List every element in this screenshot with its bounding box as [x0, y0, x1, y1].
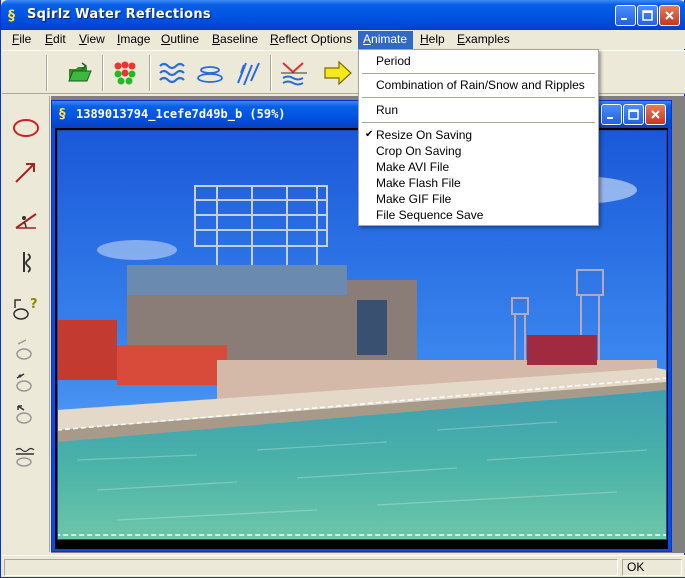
menu-bar: File Edit View Image Outline Baseline Re…: [2, 30, 685, 49]
outline-points-icon: [16, 373, 32, 392]
ellipse-icon: [13, 119, 39, 137]
outline-tool-3[interactable]: [10, 398, 42, 430]
menu-item-combination[interactable]: Combination of Rain/Snow and Ripples: [360, 77, 597, 93]
menu-view[interactable]: View: [74, 31, 110, 49]
right-arrow-icon: [324, 60, 352, 86]
minimize-button[interactable]: [615, 5, 636, 26]
outline-curve-icon: [16, 339, 32, 360]
menu-item-run[interactable]: Run: [360, 102, 597, 118]
rain-lines-button[interactable]: [233, 57, 265, 89]
cloud: [97, 240, 177, 260]
ripples-button[interactable]: [157, 57, 189, 89]
title-bar[interactable]: § Sqirlz Water Reflections: [1, 0, 685, 30]
close-button[interactable]: [659, 5, 680, 26]
rain-lines-icon: [237, 62, 260, 86]
menu-separator: [362, 73, 595, 74]
red-building: [57, 320, 117, 380]
stadium-upper: [127, 265, 347, 295]
child-app-icon: §: [59, 107, 66, 122]
close-icon: [651, 110, 660, 119]
maximize-button[interactable]: [637, 5, 658, 26]
window-title: Sqirlz Water Reflections: [27, 7, 211, 22]
menu-item-resize-on-saving[interactable]: ✔ Resize On Saving: [360, 127, 597, 143]
child-minimize-button[interactable]: [601, 104, 622, 125]
animate-arrow-button[interactable]: [322, 57, 354, 89]
status-text: OK: [622, 559, 682, 576]
menu-animate[interactable]: Animate: [358, 31, 413, 49]
ellipse-ripple-icon: [197, 66, 223, 83]
app-window: § Sqirlz Water Reflections File Edit Vie…: [0, 0, 685, 578]
outline-arrow-icon: [16, 405, 32, 424]
app-icon: §: [8, 8, 15, 24]
waves-icon: [159, 62, 185, 84]
red-building: [117, 345, 227, 385]
ellipse-tool-button[interactable]: [10, 112, 42, 144]
close-icon: [665, 11, 674, 20]
reflect-button[interactable]: [278, 57, 310, 89]
maximize-icon: [628, 109, 639, 120]
toolbar-separator: [149, 55, 151, 91]
baseline-icon: [23, 252, 31, 273]
outline-question-icon: ?: [13, 297, 38, 320]
outline-tool-2[interactable]: [10, 366, 42, 398]
status-pane-main: [4, 559, 618, 576]
maximize-icon: [642, 10, 653, 21]
child-window-title: 1389013794_1cefe7d49b_b (59%): [76, 107, 286, 121]
minimize-icon: [621, 18, 627, 20]
far-stands: [527, 335, 597, 365]
animate-dropdown-menu: Period Combination of Rain/Snow and Ripp…: [358, 49, 599, 226]
toolbar-separator: [102, 55, 104, 91]
left-toolbar: ?: [2, 96, 50, 552]
menu-baseline[interactable]: Baseline: [207, 31, 263, 49]
ellipse-ripple-button[interactable]: [195, 57, 227, 89]
baseline-tool-button[interactable]: [10, 246, 42, 278]
scoreboard: [357, 300, 387, 355]
menu-item-file-sequence-save[interactable]: File Sequence Save: [360, 207, 597, 223]
child-close-button[interactable]: [645, 104, 666, 125]
outline-help-button[interactable]: ?: [10, 292, 42, 324]
menu-item-make-avi[interactable]: Make AVI File: [360, 159, 597, 175]
outline-baseline-icon: [15, 447, 35, 467]
reflect-icon: [281, 62, 307, 86]
menu-item-period[interactable]: Period: [360, 53, 597, 69]
line-tool-button[interactable]: [10, 156, 42, 188]
menu-item-make-gif[interactable]: Make GIF File: [360, 191, 597, 207]
svg-text:?: ?: [30, 297, 38, 312]
outline-baseline-tool[interactable]: [10, 440, 42, 472]
menu-examples[interactable]: Examples: [452, 31, 515, 49]
open-folder-icon: [68, 62, 92, 82]
toolbar-separator: [46, 55, 48, 91]
check-icon: ✔: [365, 129, 374, 140]
menu-separator: [362, 122, 595, 123]
toolbar-separator: [270, 55, 272, 91]
child-maximize-button[interactable]: [623, 104, 644, 125]
angle-icon: [15, 213, 37, 229]
menu-outline[interactable]: Outline: [156, 31, 204, 49]
menu-file[interactable]: File: [7, 31, 36, 49]
outline-tool-1[interactable]: [10, 334, 42, 366]
menu-image[interactable]: Image: [112, 31, 155, 49]
rain-drops-button[interactable]: [109, 57, 141, 89]
angle-tool-button[interactable]: [10, 202, 42, 234]
menu-separator: [362, 97, 595, 98]
menu-edit[interactable]: Edit: [40, 31, 71, 49]
menu-reflect-options[interactable]: Reflect Options: [265, 31, 357, 49]
status-bar: OK: [2, 555, 685, 577]
open-folder-button[interactable]: [64, 57, 96, 89]
menu-item-crop-on-saving[interactable]: Crop On Saving: [360, 143, 597, 159]
drops-icon: [114, 61, 136, 85]
minimize-icon: [607, 117, 613, 119]
arrow-line-icon: [15, 163, 35, 183]
menu-item-make-flash[interactable]: Make Flash File: [360, 175, 597, 191]
menu-help[interactable]: Help: [415, 31, 450, 49]
